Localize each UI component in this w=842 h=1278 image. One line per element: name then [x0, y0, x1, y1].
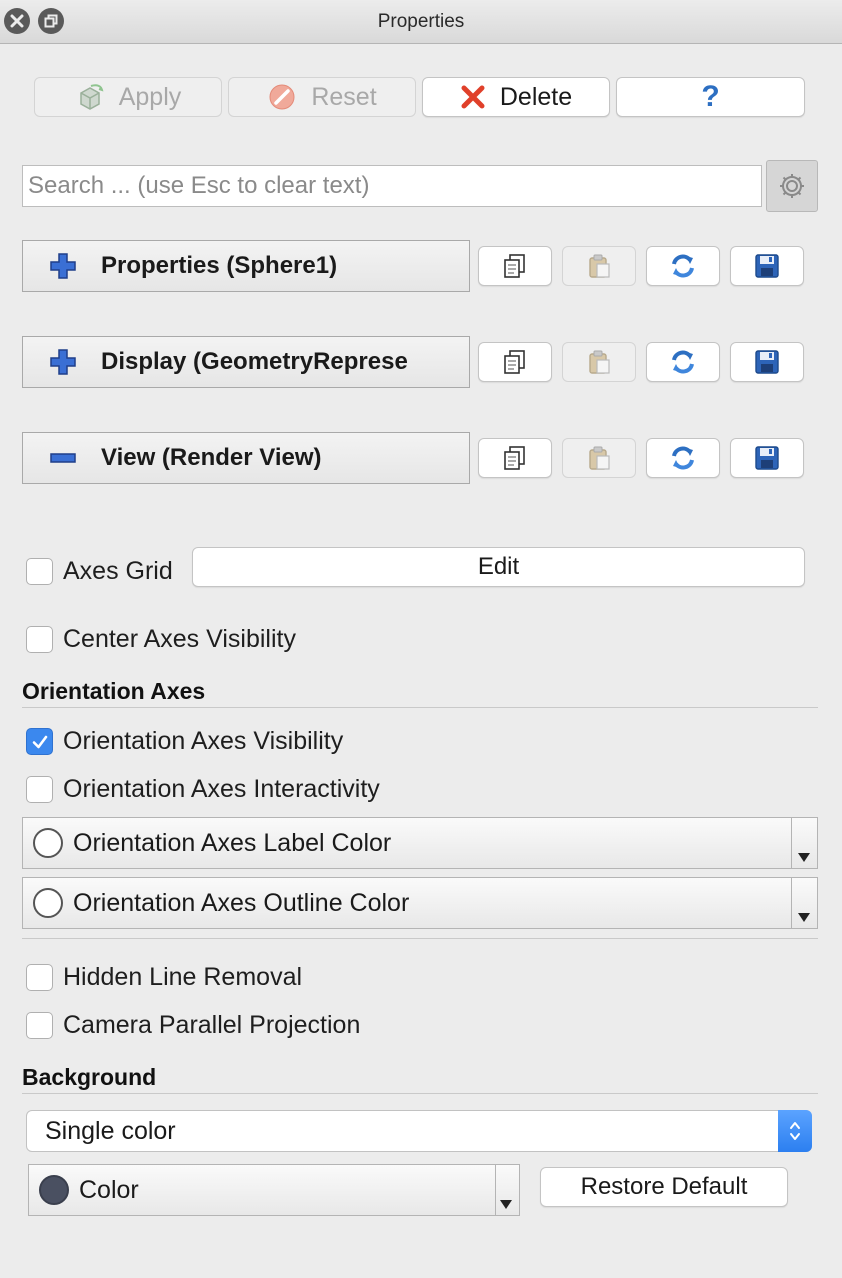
- save-icon: [753, 252, 781, 280]
- orientation-axes-visibility-row: Orientation Axes Visibility: [26, 727, 343, 756]
- reload-icon: [669, 252, 697, 280]
- section-1-paste-button[interactable]: [562, 246, 636, 286]
- section-3-save-button[interactable]: [730, 438, 804, 478]
- hidden-line-removal-label: Hidden Line Removal: [63, 963, 303, 991]
- hidden-line-removal-row: Hidden Line Removal: [26, 963, 302, 992]
- orientation-axes-label-color-label: Orientation Axes Label Color: [73, 828, 392, 857]
- color-swatch: [33, 828, 63, 858]
- center-axes-visibility-row: Center Axes Visibility: [26, 625, 296, 654]
- up-down-chevron-icon: [790, 1122, 800, 1140]
- center-axes-visibility-checkbox[interactable]: [26, 626, 53, 653]
- save-icon: [753, 444, 781, 472]
- color-menu-dropdown[interactable]: [791, 878, 817, 928]
- orientation-axes-outline-color-button[interactable]: Orientation Axes Outline Color: [22, 877, 818, 929]
- section-2-save-button[interactable]: [730, 342, 804, 382]
- delete-button[interactable]: Delete: [422, 77, 610, 117]
- search-input[interactable]: Search ... (use Esc to clear text): [22, 165, 762, 207]
- section-1-save-button[interactable]: [730, 246, 804, 286]
- help-button[interactable]: ?: [616, 77, 805, 117]
- select-stepper[interactable]: [778, 1110, 812, 1152]
- orientation-axes-title: Orientation Axes: [22, 678, 206, 704]
- section-1-copy-button[interactable]: [478, 246, 552, 286]
- window-titlebar: Properties: [0, 0, 842, 44]
- section-view-header[interactable]: View (Render View): [22, 432, 470, 484]
- section-3-copy-button[interactable]: [478, 438, 552, 478]
- camera-parallel-projection-row: Camera Parallel Projection: [26, 1011, 360, 1040]
- background-mode-select[interactable]: Single color: [26, 1110, 812, 1152]
- advanced-settings-button[interactable]: [766, 160, 818, 212]
- section-3-reload-button[interactable]: [646, 438, 720, 478]
- hidden-line-removal-checkbox[interactable]: [26, 964, 53, 991]
- section-2-copy-button[interactable]: [478, 342, 552, 382]
- collapse-minus-icon: [49, 444, 77, 472]
- paste-icon: [585, 444, 613, 472]
- camera-parallel-projection-checkbox[interactable]: [26, 1012, 53, 1039]
- background-color-label: Color: [79, 1175, 139, 1204]
- dropdown-arrow-icon: [798, 853, 810, 862]
- divider: [22, 707, 818, 708]
- section-display-header[interactable]: Display (GeometryReprese: [22, 336, 470, 388]
- color-menu-dropdown[interactable]: [791, 818, 817, 868]
- section-display-label: Display (GeometryReprese: [101, 348, 408, 375]
- expand-plus-icon: [49, 252, 77, 280]
- restore-default-label: Restore Default: [580, 1173, 748, 1200]
- save-icon: [753, 348, 781, 376]
- divider: [22, 938, 818, 939]
- paste-icon: [585, 252, 613, 280]
- section-2-reload-button[interactable]: [646, 342, 720, 382]
- section-2-paste-button[interactable]: [562, 342, 636, 382]
- background-color-button[interactable]: Color: [28, 1164, 520, 1216]
- edit-label: Edit: [477, 553, 520, 580]
- window-title: Properties: [377, 11, 465, 32]
- color-menu-dropdown[interactable]: [495, 1165, 519, 1215]
- section-properties-label: Properties (Sphere1): [101, 252, 338, 279]
- dropdown-arrow-icon: [798, 913, 810, 922]
- copy-icon: [501, 252, 529, 280]
- background-mode-value: Single color: [45, 1116, 176, 1145]
- orientation-axes-visibility-checkbox[interactable]: [26, 728, 53, 755]
- axes-grid-label: Axes Grid: [63, 557, 173, 585]
- orientation-axes-interactivity-row: Orientation Axes Interactivity: [26, 775, 380, 804]
- orientation-axes-interactivity-checkbox[interactable]: [26, 776, 53, 803]
- section-view-label: View (Render View): [101, 444, 322, 471]
- axes-grid-row: Axes Grid: [26, 557, 173, 586]
- section-1-reload-button[interactable]: [646, 246, 720, 286]
- gear-icon: [780, 174, 804, 198]
- copy-icon: [501, 348, 529, 376]
- divider: [22, 1093, 818, 1094]
- orientation-axes-outline-color-label: Orientation Axes Outline Color: [73, 888, 410, 917]
- orientation-axes-visibility-label: Orientation Axes Visibility: [63, 727, 344, 755]
- checkmark-icon: [32, 735, 47, 748]
- orientation-axes-interactivity-label: Orientation Axes Interactivity: [63, 775, 380, 803]
- color-swatch: [39, 1175, 69, 1205]
- reset-button[interactable]: Reset: [228, 77, 416, 117]
- axes-grid-checkbox[interactable]: [26, 558, 53, 585]
- section-properties-header[interactable]: Properties (Sphere1): [22, 240, 470, 292]
- apply-button[interactable]: Apply: [34, 77, 222, 117]
- paste-icon: [585, 348, 613, 376]
- expand-plus-icon: [49, 348, 77, 376]
- help-icon: ?: [701, 80, 720, 113]
- camera-parallel-projection-label: Camera Parallel Projection: [63, 1011, 361, 1039]
- center-axes-visibility-label: Center Axes Visibility: [63, 625, 296, 653]
- delete-x-icon: [461, 85, 485, 109]
- reset-label: Reset: [311, 82, 377, 111]
- orientation-axes-label-color-button[interactable]: Orientation Axes Label Color: [22, 817, 818, 869]
- background-title: Background: [22, 1064, 157, 1090]
- reset-icon: [269, 84, 295, 110]
- restore-default-button[interactable]: Restore Default: [540, 1167, 788, 1207]
- dropdown-arrow-icon: [500, 1200, 512, 1209]
- reload-icon: [669, 348, 697, 376]
- section-3-paste-button[interactable]: [562, 438, 636, 478]
- reload-icon: [669, 444, 697, 472]
- apply-icon: [79, 84, 104, 110]
- apply-label: Apply: [118, 82, 182, 111]
- color-swatch: [33, 888, 63, 918]
- copy-icon: [501, 444, 529, 472]
- axes-grid-edit-button[interactable]: Edit: [192, 547, 805, 587]
- delete-label: Delete: [499, 82, 573, 111]
